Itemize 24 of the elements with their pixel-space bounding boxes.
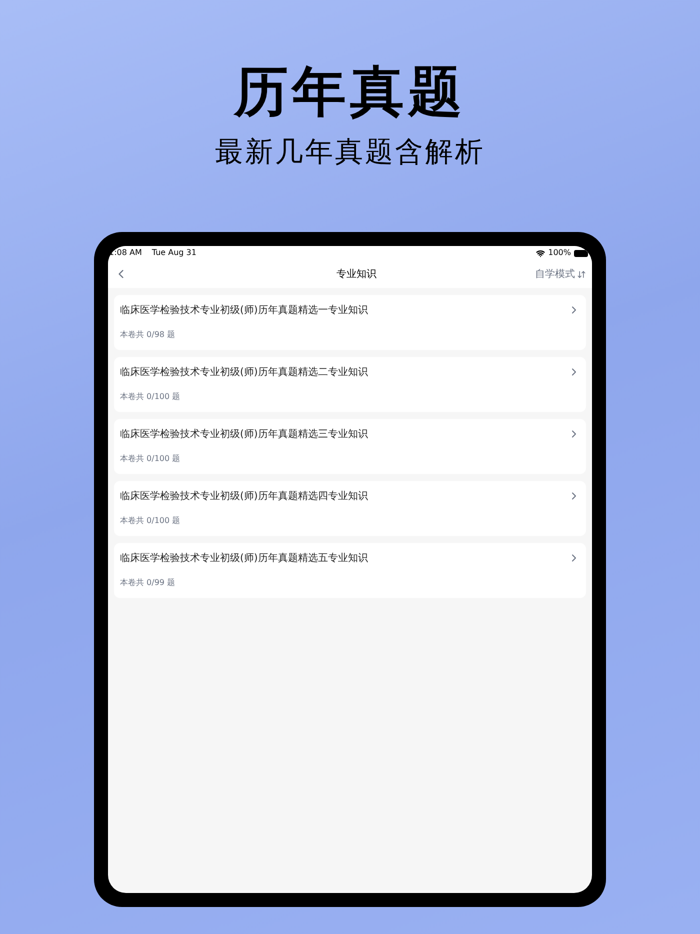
subheadline: 最新几年真题含解析 — [215, 134, 485, 170]
paper-title: 临床医学检验技术专业初级(师)历年真题精选三专业知识 — [120, 428, 368, 442]
question-count: 本卷共 0/100 题 — [120, 515, 182, 527]
paper-title: 临床医学检验技术专业初级(师)历年真题精选一专业知识 — [120, 304, 368, 318]
sort-icon — [577, 270, 586, 278]
question-count: 本卷共 0/99 题 — [120, 577, 176, 589]
paper-card[interactable]: 临床医学检验技术专业初级(师)历年真题精选三专业知识 本卷共 0/100 题 — [114, 419, 586, 474]
paper-title: 临床医学检验技术专业初级(师)历年真题精选二专业知识 — [120, 366, 368, 380]
battery-level: 100% — [548, 248, 571, 258]
paper-card[interactable]: 临床医学检验技术专业初级(师)历年真题精选一专业知识 本卷共 0/98 题 — [114, 295, 586, 350]
question-count: 本卷共 0/100 题 — [120, 391, 182, 403]
wifi-icon — [536, 248, 546, 258]
battery-icon — [574, 250, 588, 256]
headline: 历年真题 — [234, 60, 466, 124]
nav-title: 专业知识 — [336, 268, 376, 282]
mode-button[interactable]: 自学模式 — [535, 266, 586, 282]
paper-card[interactable]: 临床医学检验技术专业初级(师)历年真题精选四专业知识 本卷共 0/100 题 — [114, 481, 586, 536]
paper-title: 临床医学检验技术专业初级(师)历年真题精选四专业知识 — [120, 490, 368, 504]
paper-title: 临床医学检验技术专业初级(师)历年真题精选五专业知识 — [120, 552, 368, 566]
paper-card[interactable]: 临床医学检验技术专业初级(师)历年真题精选五专业知识 本卷共 0/99 题 — [114, 543, 586, 598]
question-count: 本卷共 0/98 题 — [120, 329, 176, 341]
paper-card[interactable]: 临床医学检验技术专业初级(师)历年真题精选二专业知识 本卷共 0/100 题 — [114, 357, 586, 412]
status-date: Tue Aug 31 — [152, 248, 196, 258]
question-count: 本卷共 0/100 题 — [120, 453, 182, 465]
